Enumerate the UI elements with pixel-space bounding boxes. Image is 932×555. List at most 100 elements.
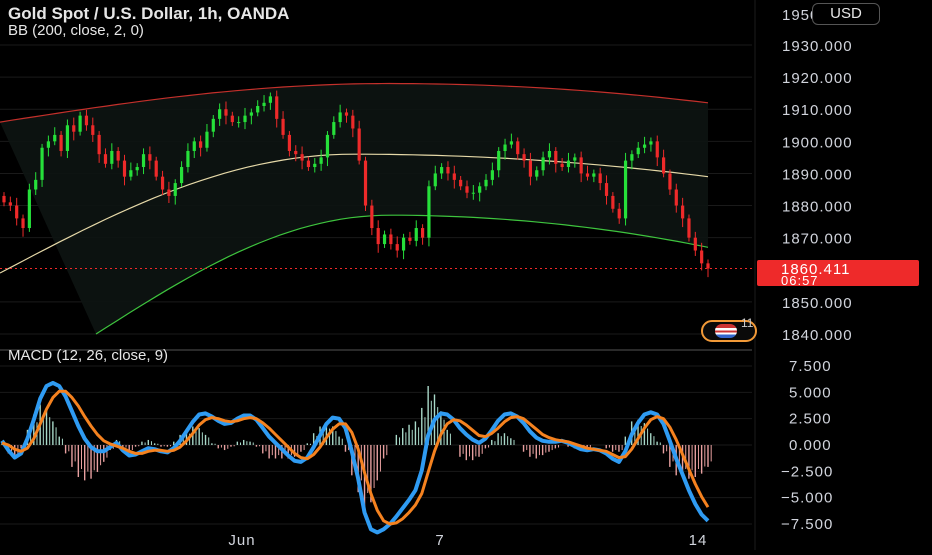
candle-body xyxy=(528,160,533,177)
candle-body xyxy=(91,125,95,135)
candle xyxy=(395,236,399,258)
candle-body xyxy=(332,122,336,135)
candle-body xyxy=(27,189,31,229)
currency-button[interactable]: USD xyxy=(812,3,880,25)
candle xyxy=(687,214,691,242)
candle-body xyxy=(668,173,672,190)
candle-body xyxy=(160,176,165,190)
candle-body xyxy=(122,160,127,177)
candle-body xyxy=(541,157,545,171)
candle-body xyxy=(154,160,158,177)
candle-body xyxy=(357,128,361,161)
candle xyxy=(8,196,12,212)
candle xyxy=(21,214,25,237)
candle-body xyxy=(452,173,456,180)
candle-body xyxy=(376,228,380,245)
macd-tick-label: −7.500 xyxy=(781,516,833,533)
candle-body xyxy=(256,106,260,113)
macd-tick-label: −5.000 xyxy=(781,490,833,507)
candle-body xyxy=(173,183,177,196)
time-axis-label: 14 xyxy=(689,532,708,549)
candle-body xyxy=(636,147,640,155)
macd-tick-label: 5.000 xyxy=(789,384,832,401)
candle-body xyxy=(408,237,412,241)
candle-body xyxy=(516,141,520,155)
candle-body xyxy=(611,195,615,209)
candle-body xyxy=(325,134,330,158)
bar-countdown: 06:57 xyxy=(781,273,819,288)
candle-body xyxy=(427,186,431,238)
last-price-badge: 1860.411 06:57 xyxy=(757,260,919,288)
candle-body xyxy=(535,170,539,177)
candle xyxy=(15,197,19,226)
time-axis-label: Jun xyxy=(228,532,255,549)
candle-body xyxy=(78,115,82,132)
candle-body xyxy=(148,154,152,161)
candle-body xyxy=(693,237,697,251)
candle-body xyxy=(287,134,292,151)
candle xyxy=(706,259,710,278)
candle-body xyxy=(630,154,634,161)
candle-body xyxy=(224,109,228,116)
candle-body xyxy=(560,163,564,168)
candle-body xyxy=(522,154,526,161)
candle-body xyxy=(579,157,583,174)
candle-body xyxy=(509,141,513,145)
candle-body xyxy=(401,237,406,251)
events-count: 11 xyxy=(741,316,754,330)
candle-body xyxy=(135,167,139,171)
candle-body xyxy=(598,173,602,184)
candle-body xyxy=(192,141,196,151)
candle-body xyxy=(459,179,463,187)
candle-body xyxy=(465,186,469,193)
candle-body xyxy=(566,160,571,168)
candle-body xyxy=(268,96,272,103)
candle-body xyxy=(40,147,44,180)
candle-body xyxy=(497,150,501,171)
candle-body xyxy=(103,154,108,164)
candle-body xyxy=(370,205,374,229)
candle-body xyxy=(503,144,507,151)
candle-body xyxy=(490,170,494,180)
candle-body xyxy=(46,141,50,148)
macd-tick-label: 0.000 xyxy=(789,437,832,454)
us-flag-icon xyxy=(715,324,737,338)
economic-events-badge[interactable]: 11 xyxy=(701,316,757,342)
candle-body xyxy=(199,141,203,148)
candle-body xyxy=(2,195,6,203)
candle xyxy=(27,183,31,232)
price-tick-label: 1890.000 xyxy=(782,166,853,183)
candle-body xyxy=(243,115,247,123)
candle-body xyxy=(53,134,57,142)
candle-body xyxy=(116,150,120,161)
candle-body xyxy=(15,205,19,219)
candle-body xyxy=(344,112,349,116)
candle-body xyxy=(281,118,285,135)
bollinger-legend[interactable]: BB (200, close, 2, 0) xyxy=(8,22,144,39)
candle-body xyxy=(395,244,399,251)
candle-body xyxy=(59,134,63,151)
macd-legend[interactable]: MACD (12, 26, close, 9) xyxy=(8,347,168,364)
candle-body xyxy=(230,115,234,123)
candle-body xyxy=(687,218,691,238)
time-axis-label: 7 xyxy=(435,532,444,549)
candle-body xyxy=(34,179,38,190)
candle-body xyxy=(700,250,704,264)
candle-body xyxy=(211,118,215,132)
candle-body xyxy=(72,125,76,132)
candle-body xyxy=(617,208,621,219)
chart-title: Gold Spot / U.S. Dollar, 1h, OANDA xyxy=(8,4,290,23)
candle-body xyxy=(554,150,558,164)
candle-body xyxy=(484,179,488,187)
candle-body xyxy=(65,125,70,151)
candle-body xyxy=(275,96,279,119)
candle-body xyxy=(623,160,628,219)
macd-tick-label: −2.500 xyxy=(781,463,833,480)
candle-body xyxy=(186,150,190,168)
macd-line xyxy=(0,380,710,535)
candle xyxy=(363,156,368,212)
macd-tick-label: 2.500 xyxy=(789,411,832,428)
candle xyxy=(623,152,628,226)
candle-body xyxy=(262,102,266,107)
candle-body xyxy=(414,228,418,241)
